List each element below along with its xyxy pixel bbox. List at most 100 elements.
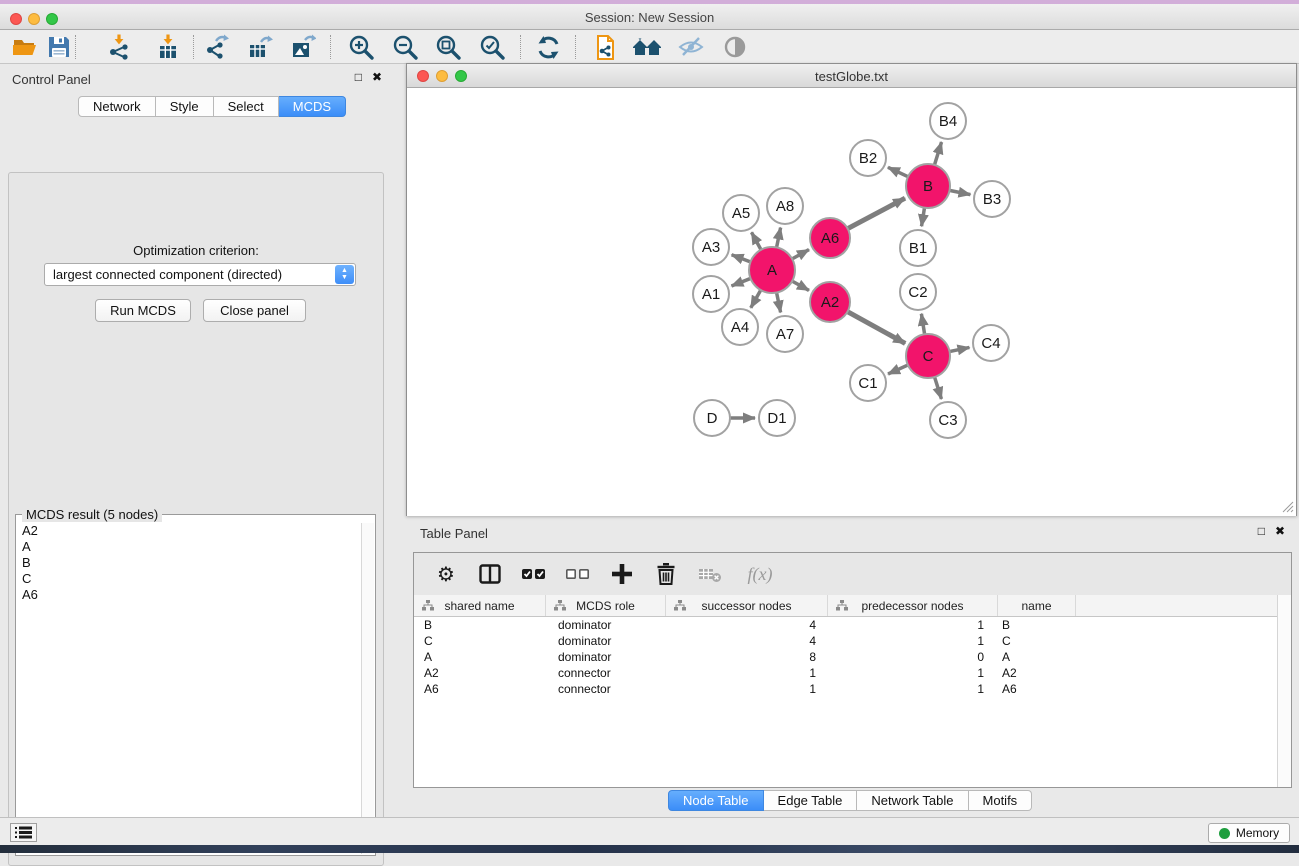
graph-edge-B-B4[interactable] (934, 142, 942, 167)
column-header-name[interactable]: name (998, 595, 1076, 616)
graph-node-A6[interactable]: A6 (810, 218, 850, 258)
graph-node-B3[interactable]: B3 (974, 181, 1010, 217)
graph-node-A1[interactable]: A1 (693, 276, 729, 312)
graph-node-A5[interactable]: A5 (723, 195, 759, 231)
deselect-all-icon[interactable] (564, 560, 592, 588)
graph-node-C1[interactable]: C1 (850, 365, 886, 401)
tab-edge-table[interactable]: Edge Table (764, 790, 858, 811)
tab-select[interactable]: Select (214, 96, 279, 117)
home-icon[interactable] (632, 33, 662, 61)
network-canvas[interactable]: B4 B2 B B3 A8A5 A6 A3 B1 A A1 C2 A2 A4A7 C4 C C1 D D1 C3 (407, 89, 1296, 516)
mcds-result-item[interactable]: A6 (17, 587, 362, 603)
save-session-icon[interactable] (44, 33, 74, 61)
duplicate-network-icon[interactable] (590, 33, 620, 61)
export-network-icon[interactable] (202, 33, 232, 61)
column-header-shared-name[interactable]: shared name (414, 595, 546, 616)
tab-network-table[interactable]: Network Table (857, 790, 968, 811)
table-scrollbar[interactable] (1277, 595, 1291, 787)
node-table[interactable]: shared nameMCDS rolesuccessor nodesprede… (414, 595, 1277, 787)
column-header-successor-nodes[interactable]: successor nodes (666, 595, 828, 616)
network-graph[interactable]: B4 B2 B B3 A8A5 A6 A3 B1 A A1 C2 A2 A4A7 C4 C C1 D D1 C3 (407, 89, 1296, 516)
graph-node-C[interactable]: C (906, 334, 950, 378)
zoom-out-icon[interactable] (390, 33, 420, 61)
mcds-list-scrollbar[interactable] (361, 523, 374, 854)
mcds-result-item[interactable]: A (17, 539, 362, 555)
zoom-fit-icon[interactable] (433, 33, 463, 61)
table-row[interactable]: Adominator80A (414, 649, 1277, 665)
graph-edge-A-A1[interactable] (731, 278, 752, 286)
tab-mcds[interactable]: MCDS (279, 96, 346, 117)
import-network-icon[interactable] (104, 33, 134, 61)
export-table-icon[interactable] (245, 33, 275, 61)
graph-edge-A-A7[interactable] (776, 291, 780, 313)
task-history-button[interactable] (10, 823, 37, 842)
graph-edge-A-A4[interactable] (751, 288, 762, 308)
graph-node-A[interactable]: A (749, 247, 795, 293)
graph-edge-A-A8[interactable] (776, 228, 780, 250)
graph-node-C2[interactable]: C2 (900, 274, 936, 310)
graph-node-A4[interactable]: A4 (722, 309, 758, 345)
open-file-icon[interactable] (10, 33, 40, 61)
graph-node-C4[interactable]: C4 (973, 325, 1009, 361)
table-row[interactable]: A6connector11A6 (414, 681, 1277, 697)
import-table-icon[interactable] (153, 33, 183, 61)
column-header-predecessor-nodes[interactable]: predecessor nodes (828, 595, 998, 616)
network-window-titlebar[interactable]: testGlobe.txt (407, 64, 1296, 88)
graph-edge-C-C3[interactable] (934, 375, 941, 399)
graph-node-A3[interactable]: A3 (693, 229, 729, 265)
close-panel-icon[interactable]: ✖ (372, 71, 382, 83)
criterion-select[interactable]: largest connected component (directed) ▲… (44, 263, 356, 286)
graph-edge-A2-C[interactable] (846, 311, 905, 344)
graph-edge-A6-B[interactable] (846, 198, 905, 229)
table-row[interactable]: Bdominator41B (414, 617, 1277, 633)
select-all-icon[interactable] (520, 560, 548, 588)
graph-node-D1[interactable]: D1 (759, 400, 795, 436)
export-image-icon[interactable] (288, 33, 318, 61)
table-row[interactable]: Cdominator41C (414, 633, 1277, 649)
show-eye-icon[interactable] (720, 33, 750, 61)
graph-node-A2[interactable]: A2 (810, 282, 850, 322)
graph-node-A8[interactable]: A8 (767, 188, 803, 224)
close-panel-button[interactable]: Close panel (203, 299, 306, 322)
mcds-result-item[interactable]: C (17, 571, 362, 587)
table-settings-icon[interactable]: ⚙ (432, 560, 460, 588)
graph-node-C3[interactable]: C3 (930, 402, 966, 438)
zoom-in-icon[interactable] (346, 33, 376, 61)
graph-node-A7[interactable]: A7 (767, 316, 803, 352)
graph-node-B4[interactable]: B4 (930, 103, 966, 139)
apply-layout-icon[interactable] (533, 33, 563, 61)
graph-edge-A-A6[interactable] (790, 250, 809, 260)
float-panel-icon[interactable]: □ (1258, 525, 1265, 537)
hide-eye-icon[interactable] (676, 33, 706, 61)
float-panel-icon[interactable]: □ (355, 71, 362, 83)
graph-node-B1[interactable]: B1 (900, 230, 936, 266)
tab-network[interactable]: Network (78, 96, 156, 117)
graph-edge-A-A5[interactable] (752, 232, 762, 251)
column-header-MCDS-role[interactable]: MCDS role (546, 595, 666, 616)
graph-edge-C-C2[interactable] (921, 314, 925, 337)
split-view-icon[interactable] (476, 560, 504, 588)
tab-node-table[interactable]: Node Table (668, 790, 764, 811)
run-mcds-button[interactable]: Run MCDS (95, 299, 191, 322)
graph-edge-B-B3[interactable] (948, 190, 971, 195)
graph-node-B2[interactable]: B2 (850, 140, 886, 176)
mcds-result-item[interactable]: B (17, 555, 362, 571)
graph-node-B[interactable]: B (906, 164, 950, 208)
graph-edge-B-B1[interactable] (922, 206, 925, 227)
tab-motifs[interactable]: Motifs (969, 790, 1033, 811)
memory-button[interactable]: Memory (1208, 823, 1290, 843)
graph-edge-C-C4[interactable] (948, 347, 970, 352)
tab-style[interactable]: Style (156, 96, 214, 117)
delete-column-icon[interactable] (652, 560, 680, 588)
graph-edge-C-C1[interactable] (888, 364, 910, 374)
window-resize-grip[interactable] (1281, 500, 1294, 513)
graph-edge-A-A3[interactable] (732, 255, 753, 263)
graph-edge-A-A2[interactable] (790, 280, 809, 290)
zoom-selected-icon[interactable] (477, 33, 507, 61)
graph-edge-B-B2[interactable] (888, 167, 910, 177)
add-column-icon[interactable] (608, 560, 636, 588)
graph-node-D[interactable]: D (694, 400, 730, 436)
mcds-result-list[interactable]: A2ABCA6 (17, 523, 362, 854)
table-row[interactable]: A2connector11A2 (414, 665, 1277, 681)
mcds-result-item[interactable]: A2 (17, 523, 362, 539)
